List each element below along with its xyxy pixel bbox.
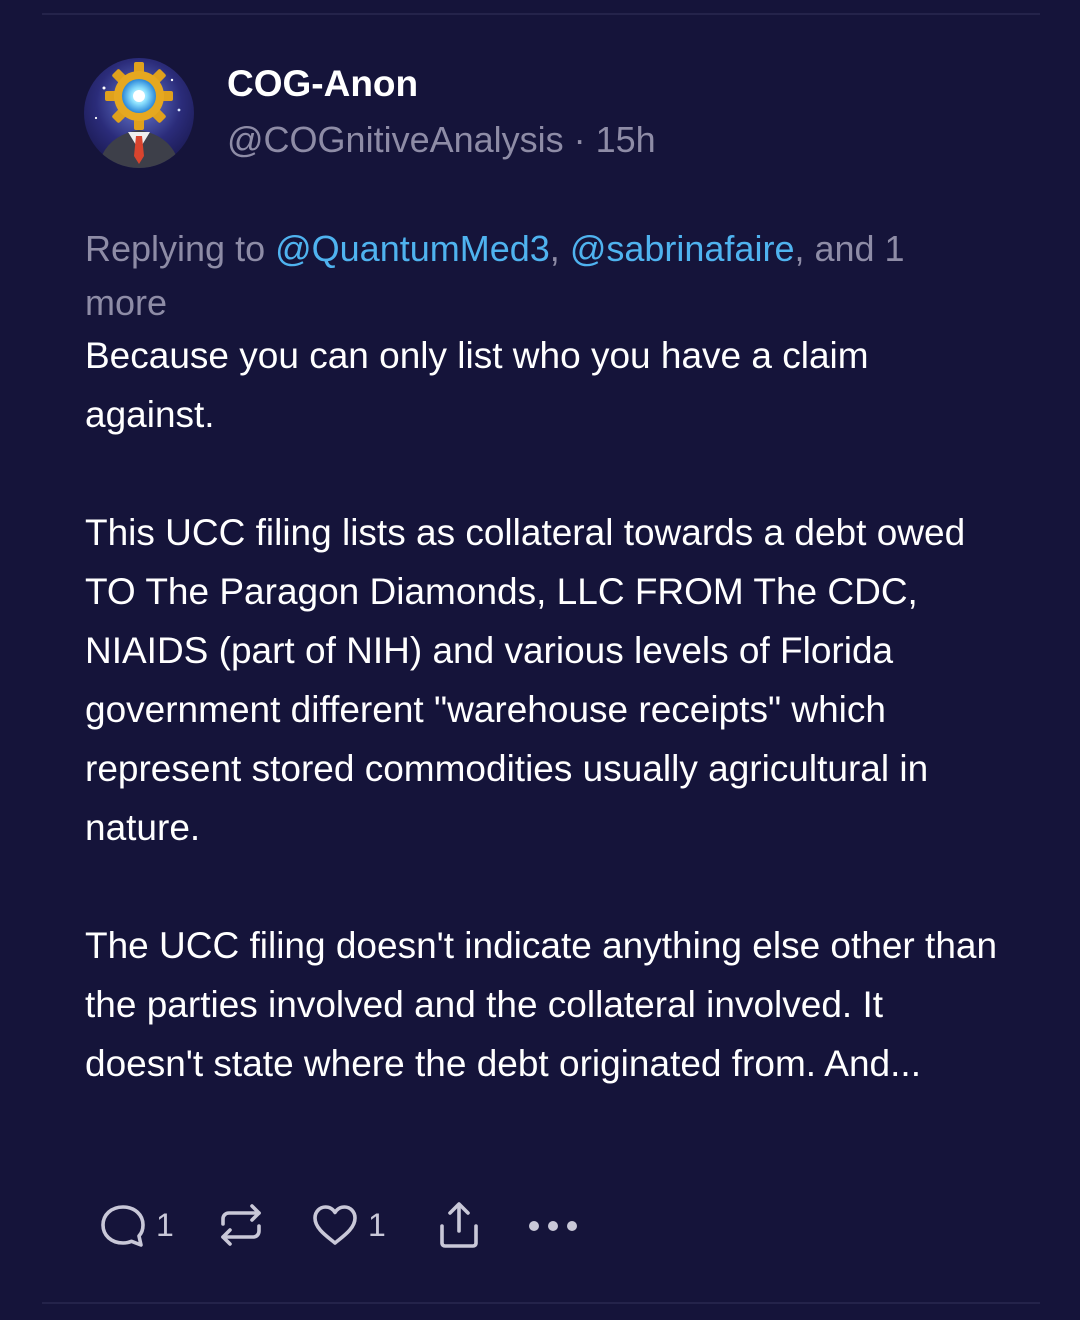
- reply-button[interactable]: 1: [96, 1196, 174, 1254]
- repost-arrows-icon: [221, 1204, 261, 1246]
- author-meta: @COGnitiveAnalysis · 15h: [227, 118, 656, 162]
- meta-separator: ·: [563, 119, 596, 160]
- author-handle[interactable]: @COGnitiveAnalysis: [227, 119, 564, 160]
- mention-quantummed3[interactable]: @QuantumMed3: [275, 228, 550, 269]
- post-body: Because you can only list who you have a…: [85, 326, 1005, 1093]
- post-paragraph: The UCC filing doesn't indicate anything…: [85, 925, 998, 1084]
- like-count: 1: [368, 1207, 386, 1243]
- reply-count: 1: [156, 1207, 174, 1243]
- post-time[interactable]: 15h: [596, 119, 656, 160]
- comment-bubble-icon: [101, 1205, 145, 1247]
- mention-comma: ,: [549, 228, 570, 269]
- repost-button[interactable]: [214, 1196, 268, 1254]
- replying-to: Replying to @QuantumMed3, @sabrinafaire,…: [85, 222, 985, 330]
- mention-sabrinafaire[interactable]: @sabrinafaire: [570, 228, 795, 269]
- post-paragraph: This UCC filing lists as collateral towa…: [85, 512, 966, 848]
- share-button[interactable]: [432, 1196, 486, 1254]
- top-divider: [42, 13, 1040, 15]
- share-upload-icon: [440, 1202, 478, 1248]
- post-paragraph: Because you can only list who you have a…: [85, 335, 869, 435]
- bottom-divider: [42, 1302, 1040, 1304]
- like-button[interactable]: 1: [308, 1196, 386, 1254]
- replying-prefix: Replying to: [85, 228, 276, 269]
- heart-icon: [313, 1205, 357, 1245]
- avatar-image: [84, 58, 194, 168]
- more-dots-icon: [529, 1221, 577, 1231]
- more-button[interactable]: [524, 1196, 582, 1254]
- avatar[interactable]: [84, 58, 194, 168]
- author-display-name[interactable]: COG-Anon: [227, 62, 418, 106]
